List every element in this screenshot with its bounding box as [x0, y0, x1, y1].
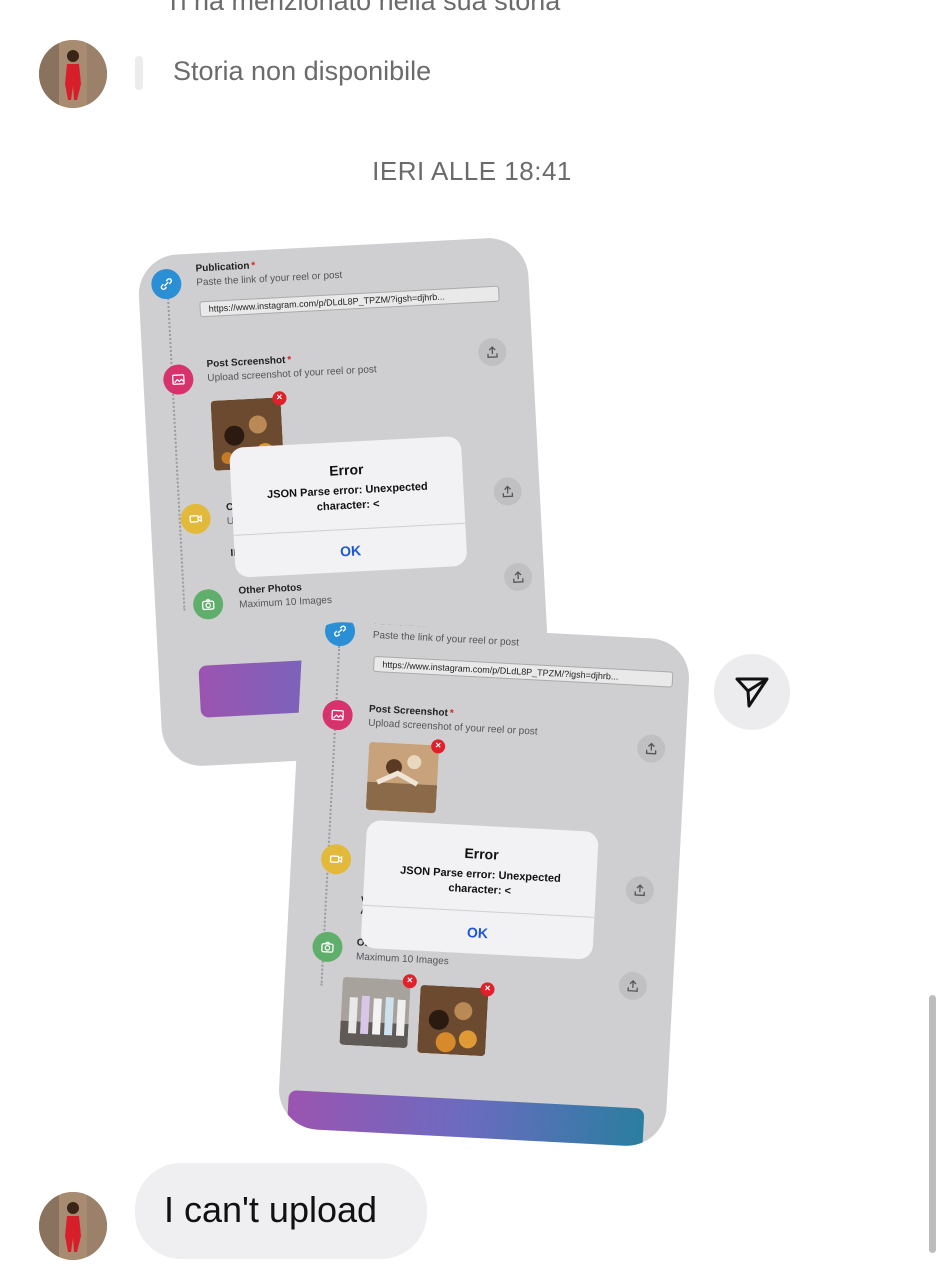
close-icon[interactable]: × — [430, 739, 446, 754]
uploaded-thumbnail[interactable] — [417, 984, 489, 1057]
link-icon — [150, 268, 183, 300]
error-dialog-ok-button[interactable]: OK — [360, 904, 595, 960]
link-icon — [324, 620, 356, 647]
upload-icon[interactable] — [636, 733, 667, 764]
publication-url-input[interactable]: https://www.instagram.com/p/DLdL8P_TPZM/… — [372, 655, 674, 688]
other-photos-subtitle: Maximum 10 Images — [238, 594, 333, 611]
upload-icon[interactable] — [618, 971, 648, 1001]
upload-icon[interactable] — [625, 875, 655, 905]
post-screenshot-title: Post Screenshot* — [368, 703, 454, 720]
error-dialog-message: JSON Parse error: Unexpected character: … — [399, 864, 562, 898]
image-icon — [321, 699, 354, 731]
attached-screenshot-2[interactable]: Publication* Paste the link of your reel… — [276, 620, 692, 1148]
paper-plane-icon — [733, 673, 771, 711]
avatar[interactable] — [39, 1192, 107, 1260]
close-icon[interactable]: × — [272, 390, 287, 406]
publication-subtitle: Paste the link of your reel or post — [372, 629, 520, 649]
timestamp: IERI ALLE 18:41 — [372, 156, 572, 186]
message-text: I can't upload — [164, 1189, 378, 1230]
error-dialog-message: JSON Parse error: Unexpected character: … — [266, 480, 429, 514]
other-photos-subtitle: Maximum 10 Images — [355, 951, 449, 968]
publication-url-input[interactable]: https://www.instagram.com/p/DLdL8P_TPZM/… — [199, 285, 500, 318]
video-camera-icon — [179, 503, 212, 535]
avatar[interactable] — [39, 40, 107, 108]
error-dialog-ok-button[interactable]: OK — [233, 522, 468, 578]
error-dialog: Error JSON Parse error: Unexpected chara… — [360, 819, 599, 960]
other-photos-title: Other Photos — [238, 582, 303, 597]
upload-icon[interactable] — [477, 337, 508, 367]
close-icon[interactable]: × — [402, 973, 418, 989]
uploaded-thumbnail[interactable] — [365, 741, 440, 814]
share-button[interactable] — [714, 654, 790, 730]
mention-text: Ti ha menzionato nella sua storia — [165, 0, 561, 16]
post-screenshot-subtitle: Upload screenshot of your reel or post — [367, 717, 538, 738]
publication-title: Publication* — [195, 260, 256, 275]
story-unavailable-label[interactable]: Storia non disponibile — [173, 56, 431, 87]
image-icon — [162, 363, 195, 396]
error-dialog: Error JSON Parse error: Unexpected chara… — [229, 435, 468, 578]
upload-icon[interactable] — [503, 562, 533, 592]
video-camera-icon — [320, 843, 352, 875]
close-icon[interactable]: × — [480, 981, 495, 997]
upload-icon[interactable] — [492, 476, 523, 507]
step-connector — [166, 290, 186, 611]
camera-icon — [311, 931, 344, 963]
camera-icon — [192, 588, 224, 621]
post-screenshot-title: Post Screenshot* — [206, 354, 292, 371]
scrollbar[interactable] — [929, 995, 936, 1253]
uploaded-thumbnail[interactable] — [339, 976, 411, 1049]
submit-button[interactable] — [286, 1090, 645, 1148]
story-reply-bar — [135, 56, 143, 90]
